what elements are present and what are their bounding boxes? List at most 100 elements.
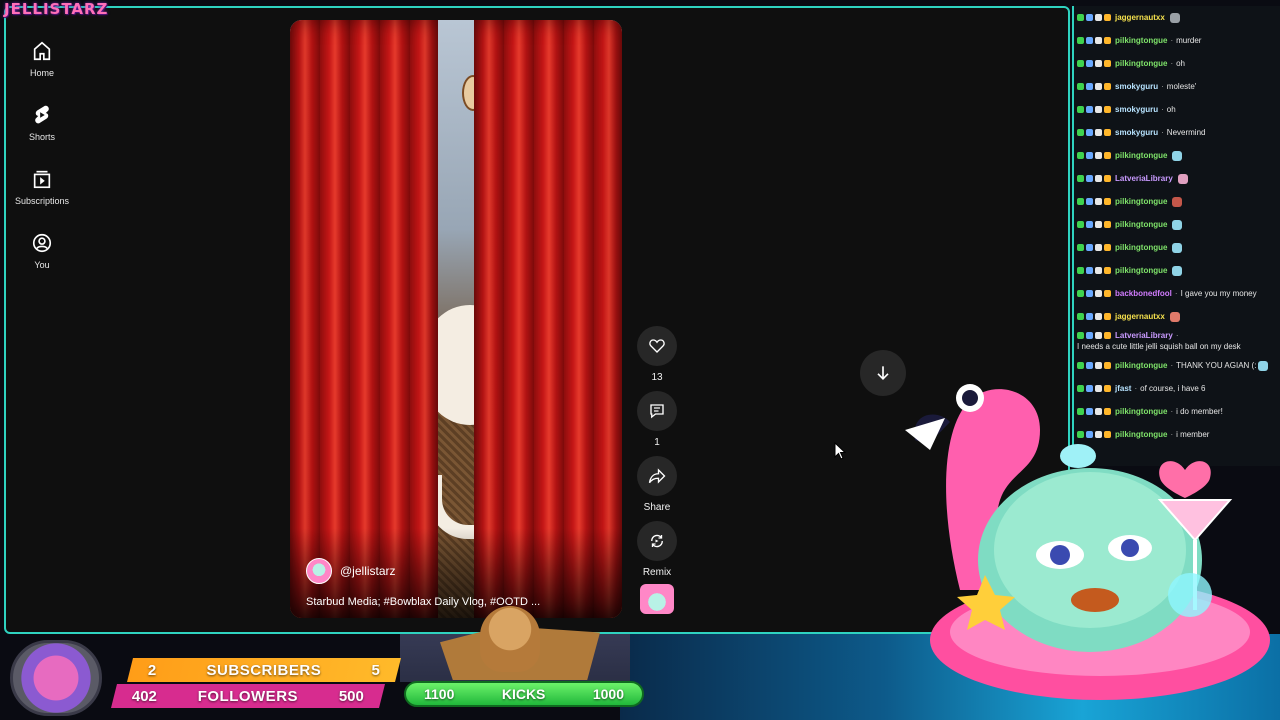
rail-item-label: Shorts — [28, 132, 55, 142]
remix-button[interactable]: Remix — [634, 521, 680, 586]
chat-separator: · — [1161, 128, 1164, 137]
chat-text: oh — [1176, 59, 1186, 68]
short-channel-row[interactable]: @jellistarz — [306, 558, 396, 584]
chat-badge-icon — [1077, 129, 1084, 136]
channel-logo: JELLISTARZ — [4, 0, 109, 18]
chat-username[interactable]: pilkingtongue — [1115, 58, 1167, 69]
chat-message: smokyguru · Nevermind — [1074, 121, 1280, 144]
chat-badge-icon — [1095, 313, 1102, 320]
chat-username[interactable]: pilkingtongue — [1115, 35, 1167, 46]
chat-badges — [1077, 267, 1111, 274]
chat-message: smokyguru · moleste' — [1074, 75, 1280, 98]
followers-label: FOLLOWERS — [197, 687, 299, 705]
chat-username[interactable]: jaggernautxx — [1115, 12, 1165, 23]
like-button[interactable]: 13 — [634, 326, 680, 391]
short-video-player[interactable]: @jellistarz Starbud Media; #Bowblax Dail… — [290, 20, 622, 618]
chat-message: pilkingtongue — [1074, 236, 1280, 259]
comments-button[interactable]: 1 — [634, 391, 680, 456]
chat-emote-icon — [1169, 12, 1180, 23]
chat-badge-icon — [1086, 244, 1093, 251]
sound-thumbnail[interactable] — [640, 584, 674, 614]
share-icon — [648, 468, 666, 484]
chat-emote-icon — [1172, 242, 1183, 253]
chat-badge-icon — [1095, 83, 1102, 90]
chat-badge-icon — [1095, 267, 1102, 274]
chat-badges — [1077, 175, 1111, 182]
chat-username[interactable]: LatveriaLibrary — [1115, 173, 1173, 184]
channel-handle[interactable]: @jellistarz — [340, 564, 396, 578]
rail-item-you[interactable]: You — [6, 226, 78, 290]
chat-badges — [1077, 290, 1111, 297]
chat-badge-icon — [1077, 152, 1084, 159]
chat-badges — [1077, 332, 1111, 339]
chat-message: pilkingtongue · oh — [1074, 52, 1280, 75]
chat-badge-icon — [1077, 221, 1084, 228]
subscriptions-icon — [33, 170, 51, 189]
chat-message: pilkingtongue · murder — [1074, 29, 1280, 52]
chat-badges — [1077, 313, 1111, 320]
comment-count: 1 — [654, 437, 660, 448]
chat-badge-icon — [1077, 106, 1084, 113]
jellyfish-flamingo-mascot-illustration — [905, 384, 1270, 700]
chat-badge-icon — [1086, 267, 1093, 274]
chat-username[interactable]: smokyguru — [1115, 104, 1158, 115]
chat-username[interactable]: pilkingtongue — [1115, 196, 1167, 207]
chat-badge-icon — [1095, 152, 1102, 159]
rail-item-home[interactable]: Home — [6, 34, 78, 98]
chat-badge-icon — [1077, 313, 1084, 320]
chat-username[interactable]: pilkingtongue — [1115, 219, 1167, 230]
chat-username[interactable]: smokyguru — [1115, 127, 1158, 138]
chat-username[interactable]: jaggernautxx — [1115, 311, 1165, 322]
chat-badge-icon — [1095, 37, 1102, 44]
chat-username[interactable]: backbonedfool — [1115, 288, 1172, 299]
chat-username[interactable]: pilkingtongue — [1115, 150, 1167, 161]
kicks-goal: 1000 — [592, 686, 624, 702]
chat-separator: · — [1175, 331, 1179, 340]
chat-badge-icon — [1077, 83, 1084, 90]
chat-username[interactable]: smokyguru — [1115, 81, 1158, 92]
followers-current: 402 — [132, 687, 158, 705]
chat-emote-icon — [1172, 196, 1183, 207]
chat-username[interactable]: LatveriaLibrary — [1115, 330, 1173, 341]
kicks-label: KICKS — [501, 686, 546, 702]
chat-text: Nevermind — [1166, 128, 1206, 137]
chat-username[interactable]: pilkingtongue — [1115, 265, 1167, 276]
chat-text: moleste' — [1166, 82, 1197, 91]
chat-emote-icon — [1177, 173, 1188, 184]
you-icon — [32, 233, 52, 253]
chat-text: oh — [1166, 105, 1176, 114]
chat-emote-icon — [1172, 150, 1183, 161]
followers-goal-content: 402 FOLLOWERS 500 — [114, 688, 382, 705]
chat-badges — [1077, 129, 1111, 136]
chat-badge-icon — [1086, 60, 1093, 67]
chat-separator: · — [1170, 59, 1174, 68]
chat-badge-icon — [1095, 60, 1102, 67]
chat-emote-icon — [1169, 311, 1180, 322]
rail-item-label: Home — [29, 68, 54, 78]
remix-label: Remix — [642, 567, 672, 578]
chat-message: pilkingtongue — [1074, 259, 1280, 282]
cat-photo — [480, 606, 540, 672]
subscribers-goal-content: 2 SUBSCRIBERS 5 — [130, 662, 398, 679]
subscribers-goal: 5 — [371, 661, 380, 679]
chat-badges — [1077, 152, 1111, 159]
subscribers-label: SUBSCRIBERS — [206, 661, 322, 679]
chat-badge-icon — [1077, 244, 1084, 251]
chat-text: I gave you my money — [1180, 289, 1257, 298]
channel-avatar[interactable] — [306, 558, 332, 584]
rail-item-label: You — [34, 260, 50, 270]
rail-item-subscriptions[interactable]: Subscriptions — [6, 162, 78, 226]
chat-badges — [1077, 244, 1111, 251]
chat-badge-icon — [1104, 267, 1111, 274]
followers-goal-bar: 402 FOLLOWERS 500 — [111, 684, 385, 708]
chat-message: backbonedfool · I gave you my money — [1074, 282, 1280, 305]
rail-item-shorts[interactable]: Shorts — [6, 98, 78, 162]
chat-username[interactable]: pilkingtongue — [1115, 242, 1167, 253]
chat-badge-icon — [1086, 106, 1093, 113]
chat-badge-icon — [1095, 198, 1102, 205]
chat-badge-icon — [1086, 14, 1093, 21]
chat-badge-icon — [1104, 290, 1111, 297]
chat-badge-icon — [1086, 152, 1093, 159]
remix-button-circle — [637, 521, 677, 561]
share-button[interactable]: Share — [634, 456, 680, 521]
